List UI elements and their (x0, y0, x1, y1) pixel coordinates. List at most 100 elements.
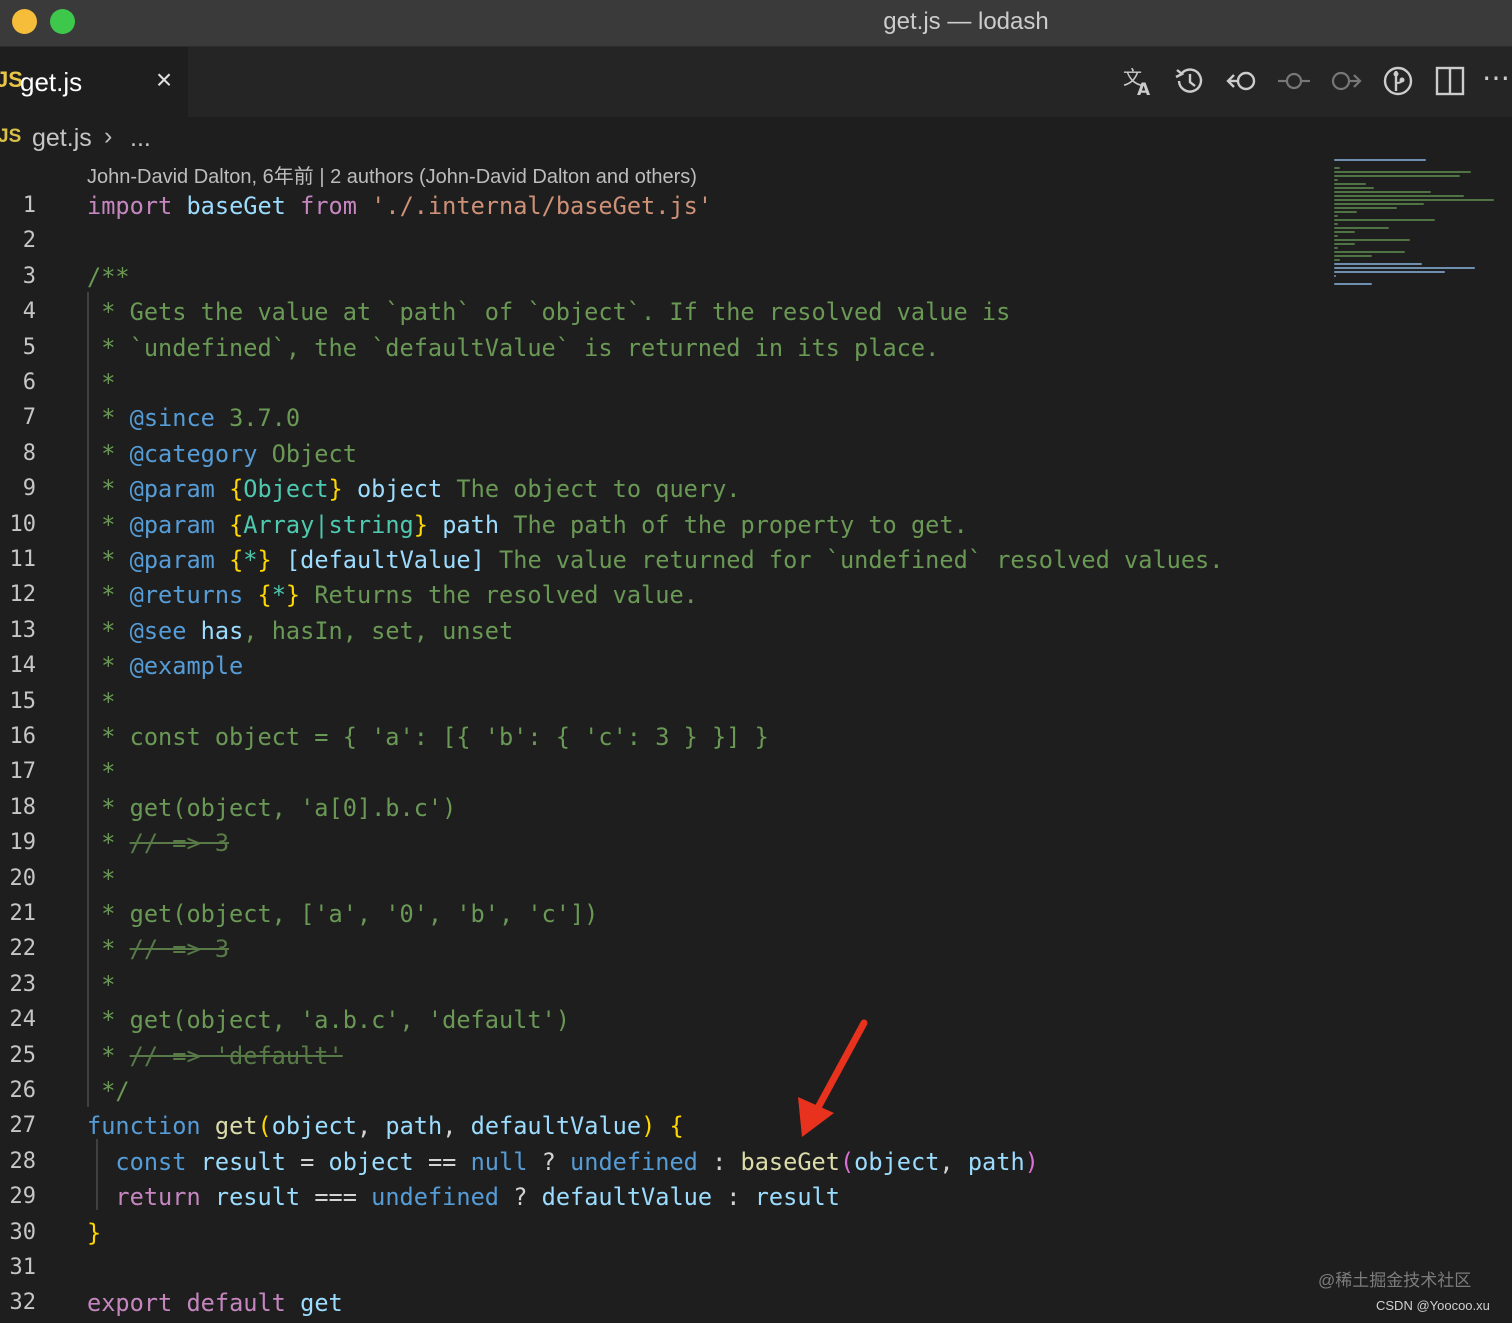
translate-icon[interactable]: 文A (1120, 63, 1156, 100)
tab-get-js[interactable]: JS get.js × (0, 47, 188, 117)
code-line[interactable]: 10 * @param {Array|string} path The path… (0, 508, 1320, 543)
line-number: 28 (9, 1148, 37, 1174)
code-token: Returns the resolved value. (300, 581, 698, 610)
code-token: : (712, 1183, 755, 1212)
minimap-line (1334, 203, 1425, 205)
code-line[interactable]: 17 * (0, 755, 1320, 790)
tab-bar: JS get.js × 文A ⋯ (0, 47, 1512, 117)
code-line[interactable]: 25 * // => 'default' (0, 1039, 1320, 1074)
code-line[interactable]: 29 return result === undefined ? default… (0, 1180, 1320, 1215)
code-token: defaultValue (541, 1183, 713, 1212)
code-line[interactable]: 22 * // => 3 (0, 932, 1320, 967)
code-line[interactable]: 7 * @since 3.7.0 (0, 401, 1320, 436)
go-forward-icon[interactable] (1328, 63, 1364, 99)
go-back-icon[interactable] (1224, 63, 1260, 99)
minimap[interactable] (1330, 155, 1500, 295)
minimap-line (1334, 239, 1410, 241)
code-token: /** (87, 262, 130, 291)
git-compare-icon[interactable] (1380, 63, 1416, 99)
code-line[interactable]: 13 * @see has, hasIn, set, unset (0, 614, 1320, 649)
minimap-line (1334, 263, 1423, 265)
svg-text:A: A (1137, 80, 1151, 99)
git-blame-codelens[interactable]: John-David Dalton, 6年前 | 2 authors (John… (87, 160, 697, 189)
code-line[interactable]: 19 * // => 3 (0, 826, 1320, 861)
code-token: * (87, 687, 116, 716)
minimap-line (1334, 271, 1446, 273)
code-text: * // => 3 (87, 932, 229, 967)
code-line[interactable]: 6 * (0, 366, 1320, 401)
code-line[interactable]: 31 (0, 1251, 1320, 1286)
minimap-line (1334, 211, 1358, 213)
code-line[interactable]: 26 */ (0, 1074, 1320, 1109)
close-icon[interactable]: × (150, 65, 178, 95)
code-token: @param (129, 510, 215, 539)
code-token: path (385, 1112, 443, 1141)
history-icon[interactable] (1172, 63, 1208, 99)
code-line[interactable]: 3 /** (0, 260, 1320, 295)
code-token: // => 'default' (129, 1041, 343, 1070)
code-token: , (939, 1147, 968, 1176)
code-line[interactable]: 9 * @param {Object} object The object to… (0, 472, 1320, 507)
code-line[interactable]: 21 * get(object, ['a', '0', 'b', 'c']) (0, 897, 1320, 932)
commit-icon[interactable] (1276, 63, 1312, 99)
code-line[interactable]: 18 * get(object, 'a[0].b.c') (0, 791, 1320, 826)
code-line[interactable]: 14 * @example (0, 649, 1320, 684)
code-text: export default get (87, 1286, 343, 1321)
code-line[interactable]: 8 * @category Object (0, 437, 1320, 472)
code-line[interactable]: 16 * const object = { 'a': [{ 'b': { 'c'… (0, 720, 1320, 755)
code-text: * // => 3 (87, 826, 229, 861)
line-number: 18 (9, 794, 37, 820)
code-token: baseGet (186, 192, 286, 220)
minimap-line (1334, 231, 1355, 233)
code-text: * `undefined`, the `defaultValue` is ret… (87, 331, 939, 366)
code-line[interactable]: 2 (0, 224, 1320, 259)
code-line[interactable]: 12 * @returns {*} Returns the resolved v… (0, 578, 1320, 613)
code-token: { (229, 546, 244, 574)
code-line[interactable]: 23 * (0, 968, 1320, 1003)
code-text: * get(object, ['a', '0', 'b', 'c']) (87, 897, 598, 932)
line-number: 32 (9, 1290, 37, 1316)
code-line[interactable]: 28 const result = object == null ? undef… (0, 1145, 1320, 1180)
minimap-line (1334, 243, 1355, 245)
code-text: * (87, 685, 115, 720)
code-line[interactable]: 4 * Gets the value at `path` of `object`… (0, 295, 1320, 330)
tab-label: get.js (20, 67, 83, 97)
code-token: // => 3 (129, 935, 230, 964)
code-token: , (442, 1112, 471, 1141)
chevron-right-icon: › (104, 122, 113, 150)
code-token: === (300, 1183, 372, 1212)
code-token: ( (257, 1112, 272, 1141)
code-line[interactable]: 15 * (0, 685, 1320, 720)
code-token: defaultValue (470, 1112, 642, 1141)
minimap-line (1334, 171, 1471, 173)
code-token: @example (129, 652, 244, 681)
code-line[interactable]: 27 function get(object, path, defaultValu… (0, 1109, 1320, 1144)
line-number: 2 (22, 228, 36, 254)
line-number: 1 (22, 193, 36, 218)
code-line[interactable]: 24 * get(object, 'a.b.c', 'default') (0, 1003, 1320, 1038)
breadcrumb-symbols[interactable]: ... (130, 124, 151, 153)
code-line[interactable]: 32 export default get (0, 1286, 1320, 1321)
code-line[interactable]: 20 * (0, 862, 1320, 897)
line-number: 19 (9, 830, 37, 856)
code-line[interactable]: 11 * @param {*} [defaultValue] The value… (0, 543, 1320, 578)
code-line[interactable]: 5 * `undefined`, the `defaultValue` is r… (0, 331, 1320, 366)
split-editor-icon[interactable] (1432, 63, 1468, 99)
code-token: * (87, 652, 130, 681)
breadcrumb-file[interactable]: get.js (32, 124, 92, 153)
code-token: * (87, 970, 116, 999)
code-line[interactable]: 30} (0, 1216, 1320, 1251)
code-token: get(object, ['a', '0', 'b', 'c']) (129, 900, 599, 928)
line-number: 9 (22, 476, 36, 502)
code-token: } (257, 546, 272, 574)
code-line[interactable]: 1 import baseGet from './.internal/baseGe… (0, 189, 1320, 224)
minimap-line (1334, 195, 1465, 197)
more-actions-icon[interactable]: ⋯ (1482, 63, 1512, 99)
